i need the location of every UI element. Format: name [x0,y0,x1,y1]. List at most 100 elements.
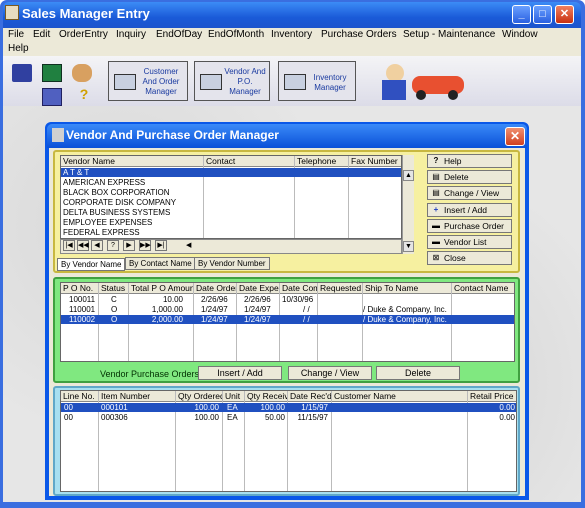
line-col-date-received[interactable]: Date Rec'd [288,391,332,402]
vendor-list-button[interactable]: ▬ Vendor List [427,235,512,249]
line-unit-cell: EA [227,403,238,412]
app-title: Sales Manager Entry [22,6,150,21]
po-lines-grid[interactable]: Line No. Item Number Qty Ordered Unit Qt… [60,390,517,492]
menu-endofmonth[interactable]: EndOfMonth [208,29,264,40]
exit-icon[interactable] [12,64,32,82]
po-col-requested[interactable]: Requested [318,283,363,294]
tab-by-contact-name[interactable]: By Contact Name [125,257,196,270]
help-icon[interactable]: ? [74,86,94,104]
menu-inventory[interactable]: Inventory [271,29,312,40]
po-insert-add-button[interactable]: Insert / Add [198,366,282,380]
po-col-number[interactable]: P O No. [61,283,99,294]
po-number-cell: 110002 [69,315,96,324]
vendor-scrollbar[interactable]: ▲ ▼ [402,155,414,254]
nav-next-page-button[interactable]: ▶▶ [139,240,151,251]
nav-prev-button[interactable]: ◀ [91,240,103,251]
dialog-close-button[interactable]: ✕ [505,127,525,146]
menu-help[interactable]: Help [8,43,29,54]
vendor-row[interactable]: DELTA BUSINESS SYSTEMS [61,208,401,217]
delete-icon: ▤ [432,172,440,181]
line-col-unit[interactable]: Unit [223,391,245,402]
vendor-col-contact[interactable]: Contact [204,156,295,167]
line-col-item[interactable]: Item Number [99,391,176,402]
menu-endofday[interactable]: EndOfDay [156,29,202,40]
tab-by-vendor-name[interactable]: By Vendor Name [57,258,126,271]
menu-edit[interactable]: Edit [33,29,50,40]
vendor-row[interactable]: A T & T [61,168,401,177]
vendor-po-manager-button[interactable]: Vendor And P.O. Manager [194,61,270,101]
line-col-customer[interactable]: Customer Name [332,391,468,402]
menu-inquiry[interactable]: Inquiry [116,29,146,40]
vendor-row[interactable]: AMERICAN EXPRESS [61,178,401,187]
po-date-ordered-cell: 1/24/97 [201,305,228,314]
vendor-row[interactable]: CORPORATE DISK COMPANY [61,198,401,207]
nav-next-button[interactable]: ▶ [123,240,135,251]
close-button[interactable]: ✕ [555,5,574,24]
menu-purchase-orders[interactable]: Purchase Orders [321,29,397,40]
po-col-date-expected[interactable]: Date Expected [237,283,280,294]
tab-by-vendor-number[interactable]: By Vendor Number [194,257,270,270]
vendor-row[interactable]: FEDERAL EXPRESS [61,228,401,237]
vendor-col-name[interactable]: Vendor Name [61,156,204,167]
po-date-expected-cell: 1/24/97 [244,305,271,314]
hscroll-left-icon[interactable]: ◀ [186,241,194,250]
nav-last-button[interactable]: ▶| [155,240,167,251]
handshake-icon[interactable] [72,64,92,82]
po-status-cell: O [111,315,118,324]
po-col-date-ordered[interactable]: Date Ordered [194,283,237,294]
scroll-up-icon[interactable]: ▲ [403,170,414,181]
customer-order-manager-button[interactable]: Customer And Order Manager [108,61,188,101]
purchase-order-button-label: Purchase Order [444,221,504,231]
vendor-name-cell: DELTA BUSINESS SYSTEMS [63,208,171,217]
delete-vendor-button[interactable]: ▤ Delete [427,170,512,184]
line-col-number[interactable]: Line No. [61,391,99,402]
vendor-grid[interactable]: Vendor Name Contact Telephone Fax Number… [60,155,402,239]
calendar-icon[interactable] [42,88,62,106]
inventory-manager-label: Inventory Manager [313,73,347,92]
close-dialog-button[interactable]: ⊠ Close [427,251,512,265]
purchase-order-button[interactable]: ▬ Purchase Order [427,219,512,233]
po-row[interactable]: 110001 O 1,000.00 1/24/97 1/24/97 / / / … [61,305,514,314]
po-col-date-completed[interactable]: Date Completed [280,283,318,294]
calculator-icon[interactable] [42,64,62,82]
menu-orderentry[interactable]: OrderEntry [59,29,108,40]
po-row[interactable]: 100011 C 10.00 2/26/96 2/26/96 10/30/96 [61,295,514,304]
vendor-row[interactable]: BLACK BOX CORPORATION [61,188,401,197]
po-change-view-button[interactable]: Change / View [288,366,372,380]
po-col-ship-to[interactable]: Ship To Name [363,283,452,294]
po-date-completed-cell: / / [303,315,310,324]
insert-add-vendor-button[interactable]: + Insert / Add [427,203,512,217]
line-qty-ordered-cell: 100.00 [194,413,219,422]
po-date-ordered-cell: 2/26/96 [201,295,228,304]
scroll-down-icon[interactable]: ▼ [403,241,414,252]
menu-setup-maintenance[interactable]: Setup - Maintenance [403,29,495,40]
nav-find-button[interactable]: ? [107,240,119,251]
po-col-status[interactable]: Status [99,283,129,294]
po-total-cell: 1,000.00 [151,305,183,314]
minimize-button[interactable]: _ [512,5,531,24]
change-view-vendor-button[interactable]: ▤ Change / View [427,186,512,200]
help-button[interactable]: ? Help [427,154,512,168]
vendor-col-fax[interactable]: Fax Number [349,156,401,167]
vendor-row[interactable]: EMPLOYEE EXPENSES [61,218,401,227]
vendor-col-telephone[interactable]: Telephone [295,156,349,167]
nav-first-button[interactable]: |◀ [63,240,75,251]
line-col-qty-ordered[interactable]: Qty Ordered [176,391,223,402]
nav-prev-page-button[interactable]: ◀◀ [77,240,89,251]
po-col-contact[interactable]: Contact Name [452,283,514,294]
close-icon: ⊠ [432,253,440,262]
menu-window[interactable]: Window [502,29,538,40]
po-grid[interactable]: P O No. Status Total P O Amount Date Ord… [60,282,515,362]
po-col-total[interactable]: Total P O Amount [129,283,194,294]
maximize-button[interactable]: □ [533,5,552,24]
customer-manager-icon [114,74,136,90]
line-row[interactable]: 00 000101 100.00 EA 100.00 1/15/97 0.00 [61,403,516,412]
line-col-qty-received[interactable]: Qty Received [245,391,288,402]
inventory-manager-button[interactable]: Inventory Manager [278,61,356,101]
po-row[interactable]: 110002 O 2,000.00 1/24/97 1/24/97 / / / … [61,315,514,324]
line-col-retail-price[interactable]: Retail Price [468,391,516,402]
menu-file[interactable]: File [8,29,24,40]
line-row[interactable]: 00 000306 100.00 EA 50.00 11/15/97 0.00 [61,413,516,422]
po-delete-button[interactable]: Delete [376,366,460,380]
line-item-cell: 000101 [101,403,128,412]
